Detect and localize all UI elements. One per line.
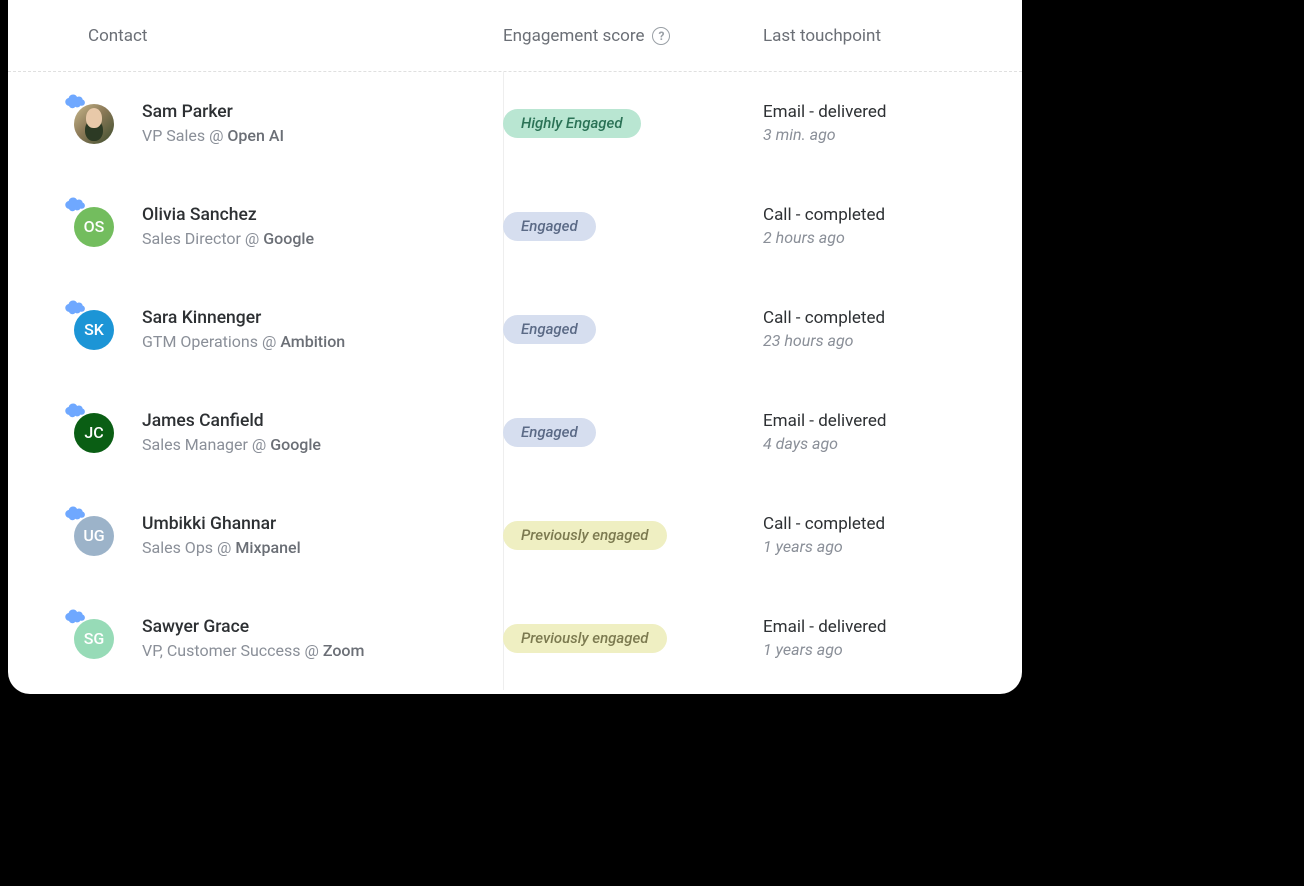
contact-name[interactable]: Olivia Sanchez bbox=[142, 204, 314, 228]
touchpoint-cell: Email - delivered1 years ago bbox=[763, 616, 1022, 661]
touchpoint-type: Call - completed bbox=[763, 307, 1022, 330]
touchpoint-type: Call - completed bbox=[763, 513, 1022, 536]
contact-role: VP Sales bbox=[142, 126, 205, 145]
contact-company[interactable]: Google bbox=[263, 229, 314, 248]
contact-text: Olivia SanchezSales Director @ Google bbox=[142, 204, 314, 249]
table-row[interactable]: SG Sawyer GraceVP, Customer Success @ Zo… bbox=[8, 587, 1022, 690]
engagement-badge[interactable]: Previously engaged bbox=[503, 521, 667, 550]
contact-subtitle: VP, Customer Success @ Zoom bbox=[142, 640, 364, 662]
touchpoint-time: 1 years ago bbox=[763, 639, 1022, 661]
contact-text: Umbikki GhannarSales Ops @ Mixpanel bbox=[142, 513, 301, 558]
engagement-cell: Previously engaged bbox=[503, 521, 763, 550]
avatar-wrap: JC bbox=[70, 409, 118, 457]
salesforce-icon bbox=[64, 609, 86, 625]
contact-role: Sales Ops bbox=[142, 538, 213, 557]
contact-subtitle: Sales Director @ Google bbox=[142, 228, 314, 250]
touchpoint-time: 2 hours ago bbox=[763, 227, 1022, 249]
contact-subtitle: GTM Operations @ Ambition bbox=[142, 331, 345, 353]
contact-cell: SG Sawyer GraceVP, Customer Success @ Zo… bbox=[8, 615, 503, 663]
column-header-touchpoint[interactable]: Last touchpoint bbox=[763, 26, 881, 46]
touchpoint-cell: Email - delivered4 days ago bbox=[763, 410, 1022, 455]
contact-text: Sawyer GraceVP, Customer Success @ Zoom bbox=[142, 616, 364, 661]
touchpoint-cell: Call - completed1 years ago bbox=[763, 513, 1022, 558]
touchpoint-type: Email - delivered bbox=[763, 101, 1022, 124]
touchpoint-time: 1 years ago bbox=[763, 536, 1022, 558]
contact-company[interactable]: Ambition bbox=[280, 332, 345, 351]
touchpoint-type: Call - completed bbox=[763, 204, 1022, 227]
engagement-badge[interactable]: Previously engaged bbox=[503, 624, 667, 653]
engagement-cell: Engaged bbox=[503, 418, 763, 447]
column-header-contact[interactable]: Contact bbox=[88, 26, 147, 46]
contact-cell: OS Olivia SanchezSales Director @ Google bbox=[8, 203, 503, 251]
contact-name[interactable]: Sara Kinnenger bbox=[142, 307, 345, 331]
engagement-badge[interactable]: Engaged bbox=[503, 418, 596, 447]
contact-company[interactable]: Google bbox=[270, 435, 321, 454]
touchpoint-cell: Call - completed2 hours ago bbox=[763, 204, 1022, 249]
engagement-cell: Highly Engaged bbox=[503, 109, 763, 138]
contact-name[interactable]: Sawyer Grace bbox=[142, 616, 364, 640]
contact-subtitle: VP Sales @ Open AI bbox=[142, 125, 284, 147]
engagement-cell: Engaged bbox=[503, 315, 763, 344]
salesforce-icon bbox=[64, 403, 86, 419]
engagement-badge[interactable]: Highly Engaged bbox=[503, 109, 641, 138]
table-body: Sam ParkerVP Sales @ Open AI Highly Engag… bbox=[8, 72, 1022, 690]
contact-name[interactable]: Umbikki Ghannar bbox=[142, 513, 301, 537]
salesforce-icon bbox=[64, 506, 86, 522]
touchpoint-time: 3 min. ago bbox=[763, 124, 1022, 146]
contact-cell: JC James CanfieldSales Manager @ Google bbox=[8, 409, 503, 457]
help-icon[interactable]: ? bbox=[652, 27, 670, 45]
contacts-card: Contact Engagement score ? Last touchpoi… bbox=[8, 0, 1022, 694]
contact-company[interactable]: Open AI bbox=[227, 126, 284, 145]
column-header-engagement[interactable]: Engagement score bbox=[503, 26, 644, 46]
engagement-badge[interactable]: Engaged bbox=[503, 212, 596, 241]
contact-role: VP, Customer Success bbox=[142, 641, 301, 660]
contact-subtitle: Sales Manager @ Google bbox=[142, 434, 321, 456]
touchpoint-cell: Email - delivered3 min. ago bbox=[763, 101, 1022, 146]
touchpoint-type: Email - delivered bbox=[763, 616, 1022, 639]
avatar-wrap: SK bbox=[70, 306, 118, 354]
contact-name[interactable]: James Canfield bbox=[142, 410, 321, 434]
table-row[interactable]: Sam ParkerVP Sales @ Open AI Highly Engag… bbox=[8, 72, 1022, 175]
touchpoint-cell: Call - completed23 hours ago bbox=[763, 307, 1022, 352]
contact-text: Sam ParkerVP Sales @ Open AI bbox=[142, 101, 284, 146]
avatar-wrap: SG bbox=[70, 615, 118, 663]
touchpoint-type: Email - delivered bbox=[763, 410, 1022, 433]
engagement-badge[interactable]: Engaged bbox=[503, 315, 596, 344]
avatar-wrap: UG bbox=[70, 512, 118, 560]
contact-subtitle: Sales Ops @ Mixpanel bbox=[142, 537, 301, 559]
contact-company[interactable]: Mixpanel bbox=[235, 538, 300, 557]
contact-name[interactable]: Sam Parker bbox=[142, 101, 284, 125]
contact-cell: Sam ParkerVP Sales @ Open AI bbox=[8, 100, 503, 148]
touchpoint-time: 23 hours ago bbox=[763, 330, 1022, 352]
contact-text: Sara KinnengerGTM Operations @ Ambition bbox=[142, 307, 345, 352]
salesforce-icon bbox=[64, 300, 86, 316]
contact-cell: SK Sara KinnengerGTM Operations @ Ambiti… bbox=[8, 306, 503, 354]
salesforce-icon bbox=[64, 197, 86, 213]
contact-role: Sales Manager bbox=[142, 435, 248, 454]
contact-role: GTM Operations bbox=[142, 332, 258, 351]
table-row[interactable]: JC James CanfieldSales Manager @ GoogleE… bbox=[8, 381, 1022, 484]
table-row[interactable]: OS Olivia SanchezSales Director @ Google… bbox=[8, 175, 1022, 278]
engagement-cell: Engaged bbox=[503, 212, 763, 241]
contact-text: James CanfieldSales Manager @ Google bbox=[142, 410, 321, 455]
contact-cell: UG Umbikki GhannarSales Ops @ Mixpanel bbox=[8, 512, 503, 560]
engagement-cell: Previously engaged bbox=[503, 624, 763, 653]
table-row[interactable]: UG Umbikki GhannarSales Ops @ MixpanelPr… bbox=[8, 484, 1022, 587]
avatar-wrap bbox=[70, 100, 118, 148]
contact-role: Sales Director bbox=[142, 229, 241, 248]
contact-company[interactable]: Zoom bbox=[323, 641, 365, 660]
touchpoint-time: 4 days ago bbox=[763, 433, 1022, 455]
table-row[interactable]: SK Sara KinnengerGTM Operations @ Ambiti… bbox=[8, 278, 1022, 381]
avatar-wrap: OS bbox=[70, 203, 118, 251]
salesforce-icon bbox=[64, 94, 86, 110]
table-header: Contact Engagement score ? Last touchpoi… bbox=[8, 0, 1022, 72]
